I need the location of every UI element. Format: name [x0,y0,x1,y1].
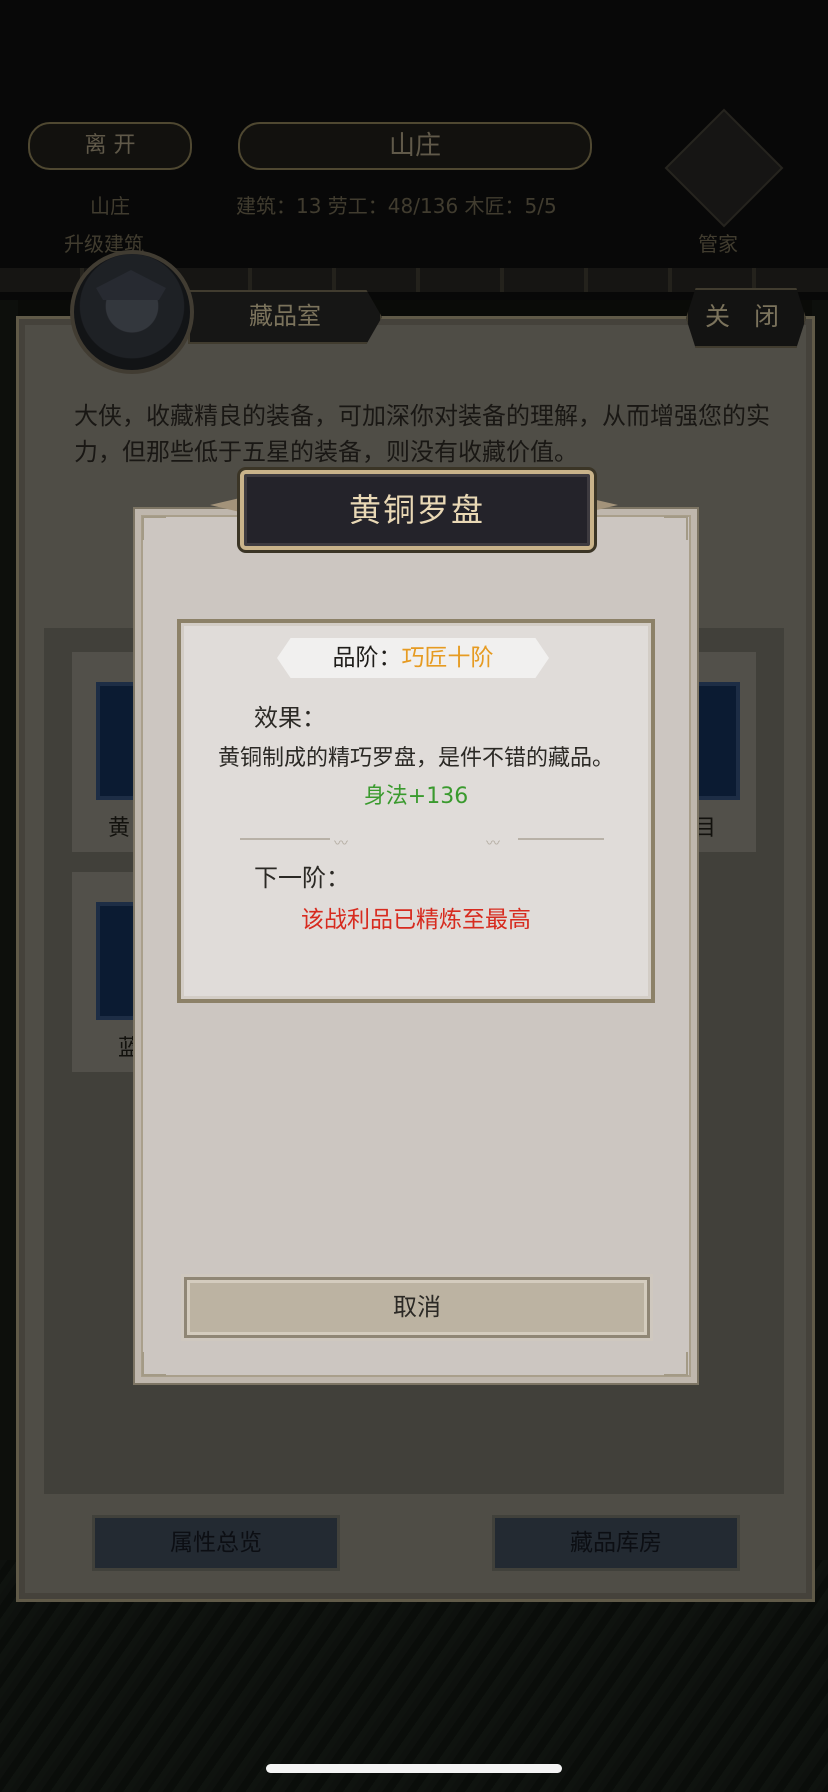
ornament-corner-icon [664,1352,688,1376]
divider-left [240,838,330,840]
next-grade-label: 下一阶： [254,864,350,892]
effect-description: 黄铜制成的精巧罗盘，是件不错的藏品。 [217,746,614,771]
ornament-corner-icon [664,516,688,540]
swirl-ornament-icon: 〰 [486,836,500,852]
grade-label: 品阶： [332,645,402,671]
ornament-corner-icon [142,516,166,540]
next-grade-status: 该战利品已精炼至最高 [301,907,531,933]
swirl-ornament-icon: 〰 [334,836,348,852]
effect-label: 效果： [254,704,326,732]
ornament-corner-icon [142,1352,166,1376]
item-title: 黄铜罗盘 [240,470,594,550]
grade-value: 巧匠十阶 [401,645,494,671]
cancel-button[interactable]: 取消 [184,1277,650,1338]
grade-banner: 品阶：巧匠十阶 [277,638,549,678]
home-indicator[interactable] [266,1764,562,1773]
divider-right [518,838,604,840]
effect-stat: 身法+136 [363,784,469,809]
